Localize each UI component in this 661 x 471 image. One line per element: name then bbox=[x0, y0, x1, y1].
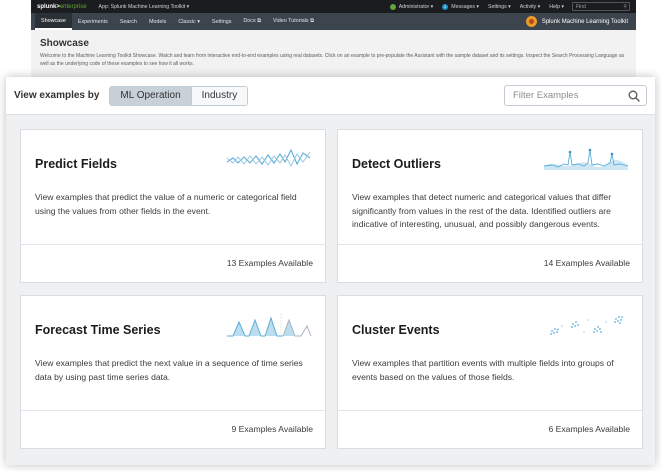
user-menu[interactable]: Administrator ▾ bbox=[389, 3, 433, 10]
card-description: View examples that partition events with… bbox=[352, 358, 614, 382]
showcase-header: Showcase Welcome to the Machine Learning… bbox=[31, 30, 636, 76]
app-menu[interactable]: App: Splunk Machine Learning Toolkit ▾ bbox=[99, 4, 190, 10]
examples-count[interactable]: 14 Examples Available bbox=[544, 258, 630, 268]
examples-grid: Predict Fields View examples that predic… bbox=[6, 114, 655, 465]
find-input[interactable]: Find ⚲ bbox=[572, 2, 630, 11]
card-divider bbox=[338, 244, 642, 245]
card-title: Predict Fields bbox=[35, 157, 117, 171]
examples-count[interactable]: 13 Examples Available bbox=[227, 258, 313, 268]
page-description: Welcome to the Machine Learning Toolkit … bbox=[40, 53, 625, 67]
card-title: Forecast Time Series bbox=[35, 323, 161, 337]
card-title: Cluster Events bbox=[352, 323, 440, 337]
showcase-panel: View examples by ML Operation Industry F… bbox=[6, 77, 655, 465]
app-navbar: Showcase Experiments Search Models Class… bbox=[31, 13, 636, 30]
activity-menu[interactable]: Activity ▾ bbox=[520, 4, 540, 10]
examples-count[interactable]: 9 Examples Available bbox=[231, 424, 313, 434]
card-detect-outliers[interactable]: Detect Outliers View examples that detec… bbox=[337, 129, 643, 283]
page-title: Showcase bbox=[40, 38, 89, 49]
screenshot: splunk>enterprise App: Splunk Machine Le… bbox=[0, 0, 661, 471]
settings-menu[interactable]: Settings ▾ bbox=[488, 4, 511, 10]
view-toolbar: View examples by ML Operation Industry F… bbox=[6, 77, 655, 114]
splunk-topbar: splunk>enterprise App: Splunk Machine Le… bbox=[31, 0, 636, 13]
help-menu[interactable]: Help ▾ bbox=[549, 4, 564, 10]
mltk-brand: Splunk Machine Learning Toolkit bbox=[525, 16, 632, 27]
card-description: View examples that predict the next valu… bbox=[35, 358, 303, 382]
forecast-time-series-icon bbox=[227, 314, 312, 337]
messages-menu[interactable]: 2 Messages ▾ bbox=[442, 3, 479, 10]
mltk-logo-icon bbox=[525, 16, 537, 27]
nav-models[interactable]: Models bbox=[143, 13, 172, 30]
nav-showcase[interactable]: Showcase bbox=[35, 13, 72, 30]
filter-placeholder: Filter Examples bbox=[513, 90, 579, 101]
predict-fields-icon bbox=[226, 148, 311, 168]
card-predict-fields[interactable]: Predict Fields View examples that predic… bbox=[20, 129, 326, 283]
nav-classic[interactable]: Classic ▾ bbox=[172, 13, 206, 30]
card-cluster-events[interactable]: Cluster Events View examples that partit… bbox=[337, 295, 643, 449]
nav-settings[interactable]: Settings bbox=[206, 13, 237, 30]
user-status-icon bbox=[389, 3, 396, 10]
card-forecast-time-series[interactable]: Forecast Time Series View examples that … bbox=[20, 295, 326, 449]
messages-count-badge: 2 bbox=[442, 3, 449, 10]
view-by-toggle: ML Operation Industry bbox=[109, 85, 249, 106]
card-title: Detect Outliers bbox=[352, 157, 441, 171]
find-search-icon: ⚲ bbox=[623, 3, 627, 10]
nav-docs[interactable]: Docs ⧉ bbox=[237, 13, 267, 30]
search-icon bbox=[628, 90, 640, 102]
view-by-label: View examples by bbox=[14, 90, 100, 101]
nav-search[interactable]: Search bbox=[114, 13, 143, 30]
card-divider bbox=[21, 410, 325, 411]
splunk-logo[interactable]: splunk>enterprise bbox=[37, 4, 87, 10]
cluster-events-icon bbox=[550, 316, 623, 335]
card-divider bbox=[21, 244, 325, 245]
detect-outliers-icon bbox=[543, 148, 629, 170]
card-description: View examples that detect numeric and ca… bbox=[352, 192, 612, 229]
filter-examples-input[interactable]: Filter Examples bbox=[504, 85, 647, 106]
ml-operation-button[interactable]: ML Operation bbox=[110, 86, 191, 105]
industry-button[interactable]: Industry bbox=[190, 86, 248, 105]
card-divider bbox=[338, 410, 642, 411]
card-description: View examples that predict the value of … bbox=[35, 192, 297, 216]
nav-video-tutorials[interactable]: Video Tutorials ⧉ bbox=[267, 13, 320, 30]
examples-count[interactable]: 6 Examples Available bbox=[548, 424, 630, 434]
nav-experiments[interactable]: Experiments bbox=[72, 13, 114, 30]
